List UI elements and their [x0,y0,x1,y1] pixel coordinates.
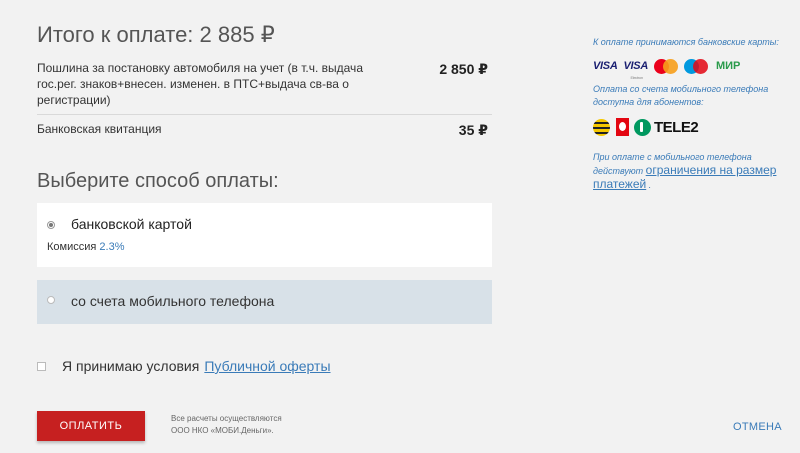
visa-electron-small: Electron [630,74,643,80]
commission-rate: 2.3% [99,241,125,253]
cancel-link[interactable]: ОТМЕНА [733,421,782,433]
radio-card[interactable] [47,221,55,229]
payment-method-card[interactable]: банковской картой Комиссия 2.3% [37,203,492,267]
method-label-mobile: со счета мобильного телефона [71,293,275,309]
disclaimer-line: ООО НКО «МОБИ.Деньги». [171,426,274,435]
terms-checkbox[interactable] [37,361,46,371]
item-description: Пошлина за постановку автомобиля на учет… [37,61,363,107]
mastercard-logo-icon [653,58,678,74]
operator-logos: TELE2 [593,117,793,137]
tele2-logo-icon: TELE2 [654,118,699,136]
visa-logo-icon: VISA [593,59,618,72]
limits-end: . [648,180,652,190]
mir-logo-icon: МИР [715,59,741,72]
commission-label: Комиссия [47,241,97,253]
card-logos: VISA VISA Electron МИР [593,58,793,80]
commission-info: Комиссия 2.3% [47,241,124,253]
payment-items: Пошлина за постановку автомобиля на учет… [37,58,492,143]
terms-agreement: Я принимаю условия Публичной оферты [37,358,331,374]
limits-info: При оплате с мобильного телефона действу… [593,151,793,192]
pay-button[interactable]: ОПЛАТИТЬ [37,411,145,441]
public-offer-link[interactable]: Публичной оферты [204,358,330,374]
maestro-logo-icon [683,58,708,74]
payment-item: Банковская квитанция 35 ₽ [37,117,492,143]
item-description: Банковская квитанция [37,122,162,136]
mobile-payment-text: Оплата со счета мобильного телефона дост… [593,84,769,107]
item-price: 35 ₽ [458,122,488,138]
cards-accepted-text: К оплате принимаются банковские карты: [593,37,779,47]
beeline-icon [593,118,610,136]
visa-electron-logo-icon: VISA Electron [623,60,648,80]
radio-mobile[interactable] [47,296,55,304]
payment-method-title: Выберите способ оплаты: [37,170,279,192]
megafon-icon [634,118,651,136]
payment-info-sidebar: К оплате принимаются банковские карты: V… [593,36,793,192]
item-price: 2 850 ₽ [439,61,488,77]
payment-method-mobile[interactable]: со счета мобильного телефона [37,280,492,324]
disclaimer-line: Все расчеты осуществляются [171,414,282,423]
method-label-card: банковской картой [71,216,192,232]
total-amount: Итого к оплате: 2 885 ₽ [37,22,275,47]
mts-icon [616,118,629,136]
disclaimer: Все расчеты осуществляются ООО НКО «МОБИ… [171,413,282,437]
terms-text: Я принимаю условия [62,358,200,374]
payment-item: Пошлина за постановку автомобиля на учет… [37,58,492,115]
